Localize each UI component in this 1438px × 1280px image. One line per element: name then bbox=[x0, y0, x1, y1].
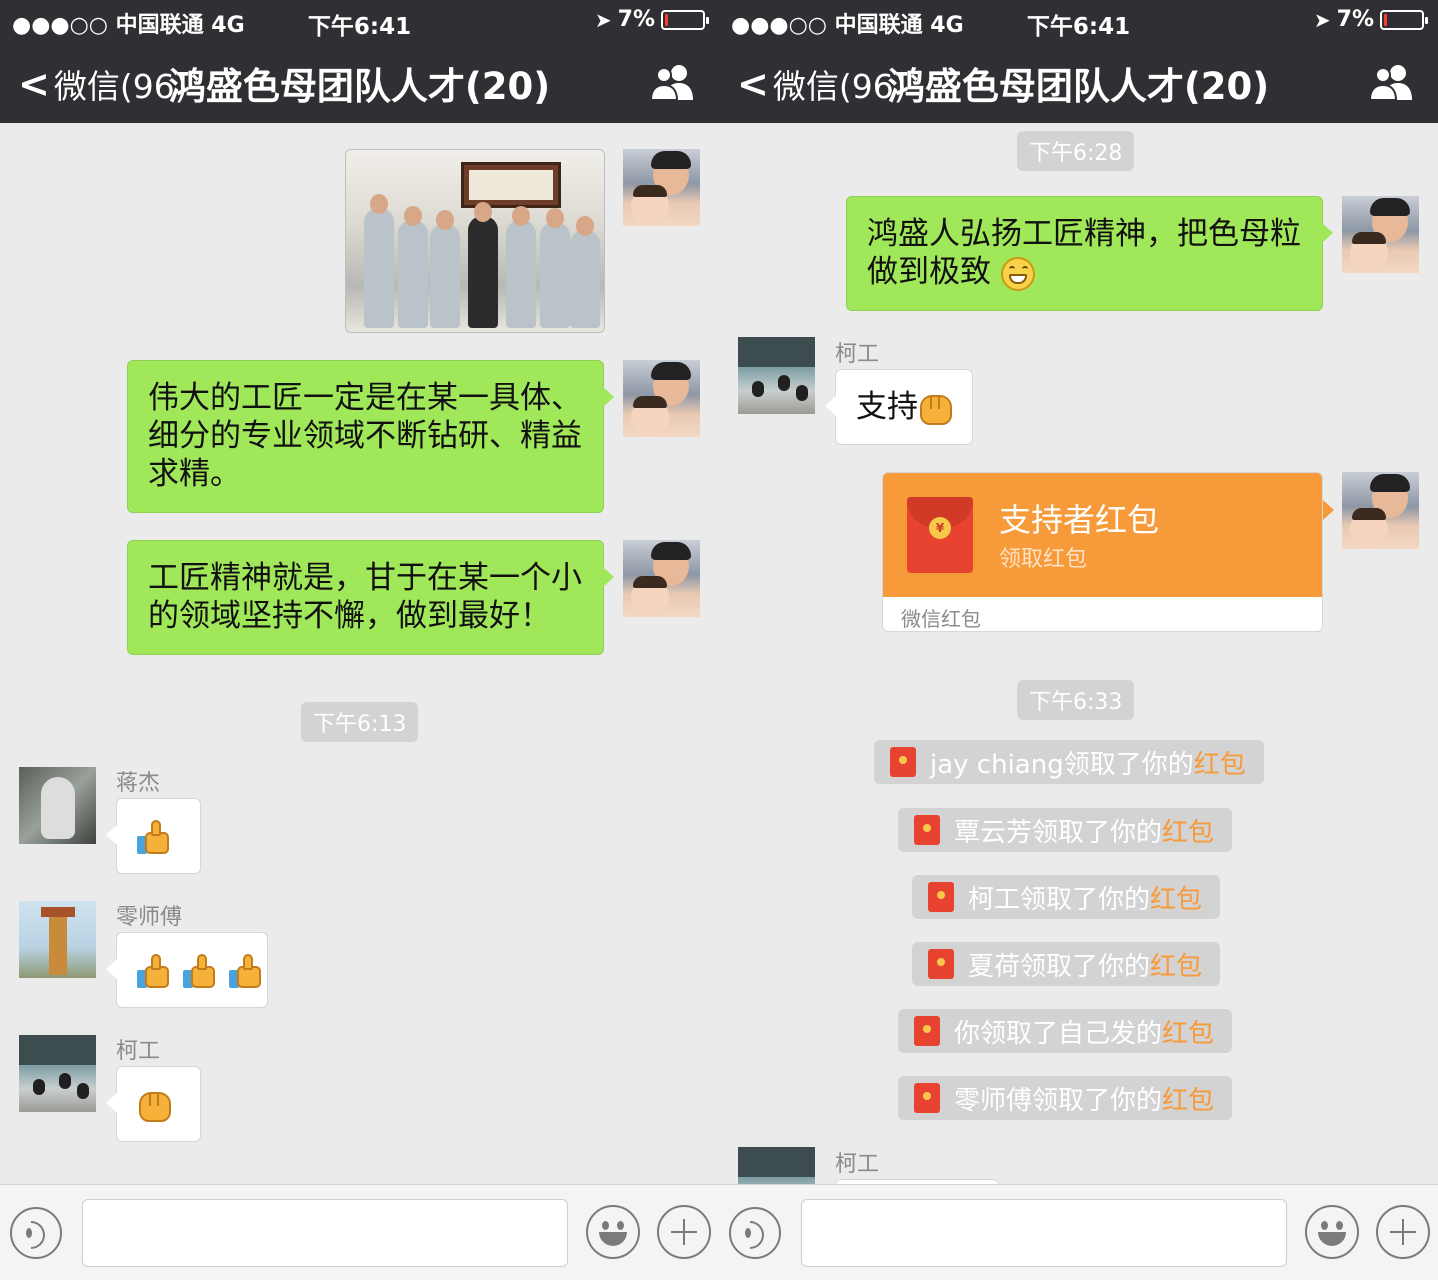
battery-fill bbox=[1384, 13, 1387, 26]
battery-icon bbox=[1380, 9, 1428, 30]
thumbs-up-icon bbox=[182, 953, 219, 990]
message-list[interactable]: 下午6:28 鸿盛人弘扬工匠精神，把色母粒做到极致 柯工 支持 ¥ 支持者红包 bbox=[719, 123, 1438, 1184]
avatar-self[interactable] bbox=[623, 149, 700, 226]
battery-icon bbox=[661, 9, 709, 30]
red-packet-link[interactable]: 红包 bbox=[1162, 1086, 1214, 1116]
status-bar: ●●●○○ 中国联通 4G 下午6:41 ➤ 7% bbox=[719, 0, 1438, 40]
photo-content bbox=[346, 150, 604, 332]
red-envelope-icon bbox=[914, 815, 940, 845]
red-envelope-icon bbox=[928, 949, 954, 979]
red-packet-notice[interactable]: 覃云芳领取了你的红包 bbox=[898, 808, 1233, 852]
red-envelope-icon bbox=[914, 1016, 940, 1046]
red-packet-message[interactable]: ¥ 支持者红包 领取红包 微信红包 bbox=[882, 472, 1323, 632]
location-arrow-icon: ➤ bbox=[594, 7, 612, 32]
plus-icon[interactable] bbox=[1376, 1205, 1430, 1259]
message-input[interactable] bbox=[801, 1199, 1287, 1267]
sender-name: 柯工 bbox=[835, 342, 880, 367]
message-text: 鸿盛人弘扬工匠精神，把色母粒做到极致 bbox=[867, 216, 1301, 290]
red-packet-title: 支持者红包 bbox=[999, 501, 1160, 539]
message-input[interactable] bbox=[82, 1199, 568, 1267]
screenshot: ●●●○○ 中国联通 4G 下午6:41 ➤ 7% < 微信(96) 鸿盛色母团… bbox=[0, 0, 1438, 1280]
battery-percent: 7% bbox=[1336, 7, 1374, 32]
thumbs-up-icon bbox=[137, 953, 173, 990]
sender-name: 柯工 bbox=[116, 1039, 161, 1064]
incoming-message[interactable] bbox=[106, 1066, 201, 1142]
red-packet-notice[interactable]: jay chiang领取了你的红包 bbox=[874, 740, 1264, 784]
red-packet-link[interactable]: 红包 bbox=[1150, 885, 1202, 915]
incoming-message[interactable] bbox=[106, 932, 268, 1008]
emoji-icon[interactable] bbox=[1305, 1205, 1359, 1259]
avatar-self[interactable] bbox=[623, 540, 700, 617]
back-button[interactable]: < 微信(96) bbox=[18, 60, 188, 108]
nav-bar: < 微信(96) 鸿盛色母团队人才(20) bbox=[0, 40, 719, 123]
message-list[interactable]: 伟大的工匠一定是在某一具体、细分的专业领域不断钻研、精益求精。 工匠精神就是，甘… bbox=[0, 123, 719, 1184]
back-label: 微信(96) bbox=[772, 67, 907, 106]
photo-calligraphy-board bbox=[461, 162, 561, 208]
red-packet-notice[interactable]: 你领取了自己发的红包 bbox=[898, 1009, 1233, 1053]
input-bar bbox=[719, 1184, 1438, 1280]
input-bar bbox=[0, 1184, 719, 1280]
back-label: 微信(96) bbox=[53, 67, 188, 106]
red-packet-link[interactable]: 红包 bbox=[1162, 818, 1214, 848]
avatar-jiangjie[interactable] bbox=[19, 767, 96, 844]
red-packet-link[interactable]: 红包 bbox=[1194, 750, 1246, 780]
back-button[interactable]: < 微信(96) bbox=[737, 60, 907, 108]
red-envelope-icon bbox=[914, 1083, 940, 1113]
battery-fill bbox=[665, 13, 668, 26]
chat-screen-right: ●●●○○ 中国联通 4G 下午6:41 ➤ 7% < 微信(96) 鸿盛色母团… bbox=[719, 0, 1438, 1280]
image-message[interactable] bbox=[345, 149, 605, 333]
chevron-left-icon: < bbox=[18, 62, 50, 106]
sender-name: 柯工 bbox=[835, 1152, 880, 1177]
red-packet-footer: 微信红包 bbox=[901, 607, 981, 631]
voice-icon[interactable] bbox=[729, 1207, 781, 1259]
grin-emoji-icon bbox=[1000, 256, 1035, 291]
status-bar: ●●●○○ 中国联通 4G 下午6:41 ➤ 7% bbox=[0, 0, 719, 40]
status-right: ➤ 7% bbox=[1313, 7, 1428, 32]
status-right: ➤ 7% bbox=[594, 7, 709, 32]
sender-name: 零师傅 bbox=[116, 905, 183, 930]
message-text: 支持 bbox=[856, 389, 918, 425]
red-envelope-icon bbox=[890, 747, 916, 777]
location-arrow-icon: ➤ bbox=[1313, 7, 1331, 32]
avatar-self[interactable] bbox=[1342, 196, 1419, 273]
nav-bar: < 微信(96) 鸿盛色母团队人才(20) bbox=[719, 40, 1438, 123]
timestamp: 下午6:28 bbox=[1017, 131, 1135, 171]
sender-name: 蒋杰 bbox=[116, 771, 161, 796]
chat-screen-left: ●●●○○ 中国联通 4G 下午6:41 ➤ 7% < 微信(96) 鸿盛色母团… bbox=[0, 0, 719, 1280]
avatar-kegong[interactable] bbox=[19, 1035, 96, 1112]
group-members-icon[interactable] bbox=[1368, 62, 1416, 102]
chevron-left-icon: < bbox=[737, 62, 769, 106]
incoming-message[interactable]: 支持 bbox=[825, 369, 973, 445]
outgoing-message[interactable]: 伟大的工匠一定是在某一具体、细分的专业领域不断钻研、精益求精。 bbox=[127, 360, 614, 513]
plus-icon[interactable] bbox=[657, 1205, 711, 1259]
outgoing-message[interactable]: 工匠精神就是，甘于在某一个小的领域坚持不懈，做到最好！ bbox=[127, 540, 614, 655]
fist-icon bbox=[137, 1088, 173, 1124]
red-packet-notice[interactable]: 零师傅领取了你的红包 bbox=[898, 1076, 1233, 1120]
group-members-icon[interactable] bbox=[649, 62, 697, 102]
red-packet-subtitle: 领取红包 bbox=[999, 547, 1088, 572]
red-packet-notice[interactable]: 夏荷领取了你的红包 bbox=[912, 942, 1221, 986]
fist-icon bbox=[918, 391, 954, 427]
red-packet-notice[interactable]: 柯工领取了你的红包 bbox=[912, 875, 1221, 919]
thumbs-up-icon bbox=[228, 953, 265, 990]
red-packet-link[interactable]: 红包 bbox=[1162, 1019, 1214, 1049]
incoming-message[interactable] bbox=[106, 798, 201, 874]
avatar-self[interactable] bbox=[623, 360, 700, 437]
avatar-self[interactable] bbox=[1342, 472, 1419, 549]
outgoing-message[interactable]: 鸿盛人弘扬工匠精神，把色母粒做到极致 bbox=[846, 196, 1333, 311]
battery-percent: 7% bbox=[617, 7, 655, 32]
emoji-icon[interactable] bbox=[586, 1205, 640, 1259]
red-envelope-icon: ¥ bbox=[907, 497, 973, 573]
thumbs-up-icon bbox=[137, 819, 173, 856]
avatar-lingshifu[interactable] bbox=[19, 901, 96, 978]
timestamp: 下午6:13 bbox=[301, 702, 419, 742]
red-packet-body: ¥ 支持者红包 领取红包 bbox=[883, 473, 1322, 597]
avatar-kegong[interactable] bbox=[738, 1147, 815, 1184]
voice-icon[interactable] bbox=[10, 1207, 62, 1259]
avatar-kegong[interactable] bbox=[738, 337, 815, 414]
red-packet-link[interactable]: 红包 bbox=[1150, 952, 1202, 982]
timestamp: 下午6:33 bbox=[1017, 680, 1135, 720]
red-envelope-icon bbox=[928, 882, 954, 912]
red-packet-tail bbox=[1323, 500, 1334, 520]
